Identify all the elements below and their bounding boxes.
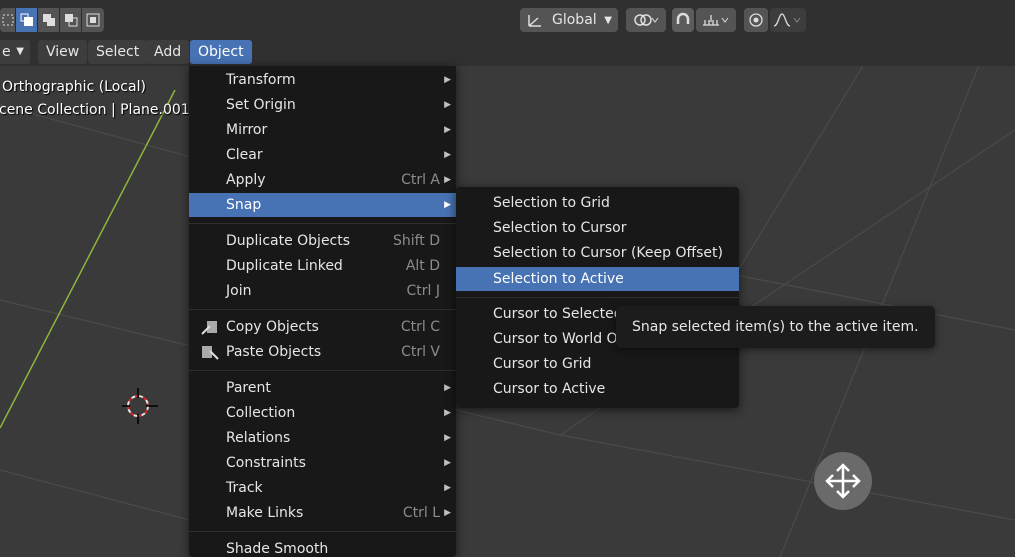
submenu-arrow-icon: ▶ [444, 383, 451, 393]
submenu-arrow-icon: ▶ [444, 408, 451, 418]
viewport-menubar: e ▼ View Select Add Object [0, 38, 1015, 66]
select-box-icon[interactable] [0, 8, 16, 32]
menu-item-selection-to-active[interactable]: Selection to Active [456, 267, 739, 291]
menu-item-shade-smooth[interactable]: Shade Smooth [189, 537, 456, 557]
menu-item-relations[interactable]: Relations ▶ [189, 426, 456, 450]
view-name-label: Orthographic (Local) [2, 79, 146, 95]
menu-add[interactable]: Add [146, 40, 190, 64]
menu-item-duplicate-objects[interactable]: Duplicate Objects Shift D [189, 229, 456, 253]
proportional-edit-toggle[interactable] [744, 8, 768, 32]
menu-separator [189, 309, 456, 310]
shortcut-label: Ctrl C [400, 319, 440, 335]
tooltip: Snap selected item(s) to the active item… [616, 306, 935, 348]
submenu-arrow-icon: ▶ [444, 150, 451, 160]
select-mode-group [0, 8, 104, 32]
submenu-arrow-icon: ▶ [444, 200, 451, 210]
submenu-arrow-icon: ▶ [444, 483, 451, 493]
menu-view[interactable]: View [38, 40, 88, 64]
shortcut-label: Ctrl J [406, 283, 441, 299]
pivot-icon [634, 14, 659, 26]
snap-submenu: Selection to Grid Selection to Cursor Se… [456, 187, 739, 408]
submenu-arrow-icon: ▶ [444, 458, 451, 468]
menu-item-apply[interactable]: Apply Ctrl A ▶ [189, 168, 456, 192]
menu-item-cursor-to-grid[interactable]: Cursor to Grid [456, 352, 739, 376]
snap-toggle[interactable] [672, 8, 694, 32]
shortcut-label: Ctrl L [402, 505, 440, 521]
menu-item-duplicate-linked[interactable]: Duplicate Linked Alt D [189, 254, 456, 278]
orientation-icon [528, 15, 541, 27]
menu-separator [189, 531, 456, 532]
shortcut-label: Ctrl V [401, 344, 440, 360]
menu-item-mirror[interactable]: Mirror ▶ [189, 118, 456, 142]
menu-item-paste-objects[interactable]: Paste Objects Ctrl V [189, 340, 456, 364]
viewport-header: Global ▼ [0, 0, 1015, 38]
select-extend-icon[interactable] [38, 8, 60, 32]
mode-label: e [2, 44, 11, 60]
orientation-value: Global [552, 12, 597, 28]
object-menu: Transform ▶ Set Origin ▶ Mirror ▶ Clear ▶ Ap… [189, 66, 456, 557]
menu-object[interactable]: Object [190, 40, 252, 64]
shortcut-label: Shift D [392, 233, 440, 249]
menu-item-set-origin[interactable]: Set Origin ▶ [189, 93, 456, 117]
select-new-icon[interactable] [16, 8, 38, 32]
copy-icon [201, 321, 217, 335]
shortcut-label: Ctrl A [401, 172, 440, 188]
submenu-arrow-icon: ▶ [444, 433, 451, 443]
chevron-down-icon: ▼ [604, 14, 612, 26]
chevron-down-icon: ▼ [16, 46, 24, 57]
menu-item-join[interactable]: Join Ctrl J [189, 279, 456, 303]
menu-item-snap[interactable]: Snap ▶ [189, 193, 456, 217]
menu-item-constraints[interactable]: Constraints ▶ [189, 451, 456, 475]
menu-separator [456, 297, 739, 298]
menu-item-selection-to-cursor-keep-offset[interactable]: Selection to Cursor (Keep Offset) [456, 241, 739, 265]
proportional-edit-icon [749, 13, 763, 27]
mode-dropdown[interactable]: e ▼ [0, 40, 30, 64]
select-subtract-icon[interactable] [60, 8, 82, 32]
3d-cursor-icon [122, 388, 158, 424]
select-invert-icon[interactable] [82, 8, 104, 32]
snap-increment-icon [703, 15, 729, 26]
menu-select[interactable]: Select [88, 40, 148, 64]
menu-item-selection-to-grid[interactable]: Selection to Grid [456, 191, 739, 215]
menu-item-track[interactable]: Track ▶ [189, 476, 456, 500]
menu-item-selection-to-cursor[interactable]: Selection to Cursor [456, 216, 739, 240]
menu-item-collection[interactable]: Collection ▶ [189, 401, 456, 425]
submenu-arrow-icon: ▶ [444, 175, 451, 185]
menu-separator [189, 370, 456, 371]
submenu-arrow-icon: ▶ [444, 125, 451, 135]
menu-item-clear[interactable]: Clear ▶ [189, 143, 456, 167]
menu-item-transform[interactable]: Transform ▶ [189, 68, 456, 92]
transform-orientation-dropdown[interactable]: Global ▼ [520, 8, 618, 32]
proportional-falloff-dropdown[interactable] [770, 8, 806, 32]
move-arrows-icon [825, 463, 861, 499]
submenu-arrow-icon: ▶ [444, 100, 451, 110]
menu-item-make-links[interactable]: Make Links Ctrl L ▶ [189, 501, 456, 525]
shortcut-label: Alt D [405, 258, 440, 274]
menu-item-cursor-to-active[interactable]: Cursor to Active [456, 377, 739, 401]
menu-item-copy-objects[interactable]: Copy Objects Ctrl C [189, 315, 456, 339]
submenu-arrow-icon: ▶ [444, 75, 451, 85]
submenu-arrow-icon: ▶ [444, 508, 451, 518]
menu-separator [189, 223, 456, 224]
collection-info-label: cene Collection | Plane.001 [0, 102, 190, 118]
paste-icon [202, 346, 219, 360]
move-gizmo-button[interactable] [814, 452, 872, 510]
menu-item-parent[interactable]: Parent ▶ [189, 376, 456, 400]
magnet-icon [676, 12, 690, 24]
falloff-curve-icon [773, 13, 801, 27]
snap-target-dropdown[interactable] [696, 8, 736, 32]
pivot-point-dropdown[interactable] [626, 8, 666, 32]
